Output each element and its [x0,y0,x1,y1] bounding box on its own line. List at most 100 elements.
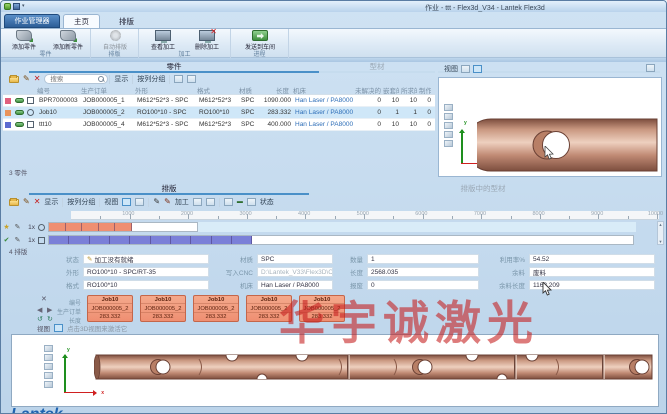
nested-part-card[interactable]: Job10JOB000005_2283.332 [299,295,345,322]
column-header[interactable]: 外形 [133,85,195,95]
quick-access-caret-icon[interactable]: ▾ [22,4,25,9]
tab-parts[interactable]: 零件 [29,61,319,73]
tab-profiles-in-nest[interactable]: 排版中的型材 [309,183,657,195]
view-orientation-icon[interactable] [44,372,53,379]
nest-row[interactable]: ✔ ✎ 1x [1,234,661,246]
edit-pencil-icon[interactable]: ✎ [12,223,23,231]
table-row[interactable]: Job10JOB000005_2RO100*10 - SPCRO100*10SP… [3,107,435,119]
column-header[interactable]: 格式 [195,85,237,95]
nested-part-segment[interactable] [49,223,66,231]
file-menu-button[interactable]: 作业管理器 [4,14,60,28]
scroll-down-icon[interactable]: ▼ [659,239,663,244]
auto-nest-button[interactable]: 自动排版 [94,30,136,51]
remnant-field[interactable]: 废料 [529,267,655,277]
view-orientation-icon[interactable] [44,354,53,361]
layout-icon[interactable] [174,75,183,83]
column-header[interactable]: 机床 [291,85,353,95]
open-icon[interactable] [9,199,19,206]
save-icon[interactable] [13,3,20,10]
nested-part-segment[interactable] [69,236,89,244]
manual-nest-alt-icon[interactable]: ✎ [164,198,171,206]
add-part-button[interactable]: 添加零件 [3,30,45,51]
delete-machining-button[interactable]: ✕ 删除加工 [186,30,228,51]
remnant-length-field[interactable]: 1168.209 [529,280,655,290]
machining-delete-icon[interactable] [206,198,215,206]
nest-3d-view-canvas[interactable]: y x [11,334,659,407]
column-header[interactable]: 制作 [417,85,431,95]
zoom-icon[interactable] [444,122,453,129]
app-icon[interactable] [4,3,11,10]
show-button[interactable]: 显示 [114,74,128,84]
nest-bar[interactable] [48,222,198,232]
nested-part-segment[interactable] [191,236,211,244]
nested-part-segment[interactable] [115,223,132,231]
nested-part-segment[interactable] [66,223,83,231]
nest-tool-icon[interactable] [247,198,256,206]
edit-pencil-icon[interactable]: ✎ [23,75,30,83]
nested-part-segment[interactable] [49,236,69,244]
nested-part-segment[interactable] [212,236,232,244]
edit-pencil-icon[interactable]: ✎ [12,236,23,244]
tab-nest[interactable]: 排版 [29,183,309,195]
shape-field[interactable]: RO100*10 - SPC/RT-35 [83,267,209,277]
material-field[interactable]: SPC [257,254,333,264]
view-orientation-icon[interactable] [444,113,453,120]
show-button[interactable]: 显示 [44,197,58,207]
quantity-field[interactable]: 1 [367,254,479,264]
table-row[interactable]: BPR7000003JOB000005_1M612*52*3 - SPCM612… [3,95,435,107]
nested-part-segment[interactable] [99,223,116,231]
delete-icon[interactable]: ✕ [34,75,41,83]
column-header[interactable]: 材质 [237,85,257,95]
column-header[interactable]: 未解决的 [353,85,381,95]
machining-view-icon[interactable] [193,198,202,206]
strip-prev-icon[interactable]: ◀ [37,306,42,314]
delete-icon[interactable]: ✕ [34,198,41,206]
view-machining-button[interactable]: 查看加工 [142,30,184,51]
strip-next-icon[interactable]: ▶ [47,306,52,314]
view-orientation-icon[interactable] [444,140,453,147]
nested-part-card[interactable]: Job10JOB000005_2283.332 [193,295,239,322]
add-new-part-button[interactable]: 添加新零件 [47,30,89,51]
open-icon[interactable] [9,76,19,83]
send-to-workshop-button[interactable]: 发送到车间 [237,30,283,51]
format-field[interactable]: RO100*10 [83,280,209,290]
zoom-icon[interactable] [44,363,53,370]
edit-pencil-icon[interactable]: ✎ [23,198,30,206]
column-header[interactable]: 编号 [35,85,79,95]
view-orientation-icon[interactable] [444,131,453,138]
manual-nest-icon[interactable]: ✎ [153,198,160,206]
column-header[interactable]: 所求的 [399,85,417,95]
scrap-field[interactable]: 0 [367,280,479,290]
strip-delete-icon[interactable]: ✕ [41,296,47,304]
nested-part-card[interactable]: Job10JOB000005_2283.332 [246,295,292,322]
undo-icon[interactable]: ↺ [37,315,43,323]
table-row[interactable]: ttt10JOB000005_4M612*52*3 - SPCM612*52*3… [3,119,435,131]
nested-part-segment[interactable] [171,236,191,244]
chart-icon[interactable] [187,75,196,83]
column-header[interactable]: 长度 [257,85,291,95]
scroll-up-icon[interactable]: ▲ [659,222,663,227]
view-orientation-icon[interactable] [44,381,53,388]
preview-menu-icon[interactable] [646,64,655,72]
redo-icon[interactable]: ↻ [47,315,53,323]
nest-row[interactable]: ★ ✎ 1x [1,221,661,233]
column-header[interactable]: 生产订单 [79,85,133,95]
nested-part-card[interactable]: Job10JOB000005_2283.332 [140,295,186,322]
view-3d-icon[interactable] [54,324,63,332]
nest-bar[interactable] [48,235,634,245]
column-header[interactable]: 嵌套的 [381,85,399,95]
nested-part-segment[interactable] [82,223,99,231]
view-orientation-icon[interactable] [444,104,453,111]
tab-nesting[interactable]: 排版 [109,14,144,28]
group-by-column-button[interactable]: 按列分组 [137,74,165,84]
nested-part-card[interactable]: Job10JOB000005_2283.332 [87,295,133,322]
tab-home[interactable]: 主页 [63,14,100,28]
group-by-column-button[interactable]: 按列分组 [67,197,95,207]
view-list-icon[interactable] [135,198,144,206]
nest-tool-icon[interactable] [224,198,233,206]
nested-part-segment[interactable] [232,236,252,244]
dash-icon[interactable]: ▬ [237,199,243,205]
view-2d-icon[interactable] [461,65,470,73]
view-orientation-icon[interactable] [44,345,53,352]
nested-part-segment[interactable] [151,236,171,244]
